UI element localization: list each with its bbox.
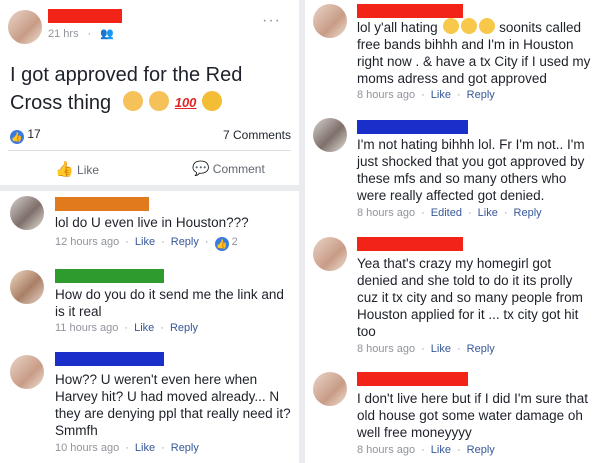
commenter-avatar[interactable] [313, 237, 347, 271]
comment-reply-link[interactable]: Reply [171, 442, 199, 454]
friends-icon: 👥 [100, 28, 115, 40]
commenter-avatar[interactable] [313, 118, 347, 152]
comments-count[interactable]: 7 Comments [223, 128, 291, 142]
like-button-label: Like [77, 163, 100, 177]
author-avatar[interactable] [8, 10, 42, 44]
comment-meta: 8 hours ago · Edited · Like · Reply [357, 207, 542, 219]
redacted-commenter-name [55, 269, 164, 283]
comment-meta: 8 hours ago · Like · Reply [357, 89, 495, 101]
comment-like-link[interactable]: Like [431, 343, 451, 355]
comment-button[interactable]: 💬 Comment [192, 160, 265, 177]
left-panel: 21 hrs · 👥 ··· I got approved for the Re… [0, 0, 299, 463]
comment-text: I'm not hating bihhh lol. Fr I'm not.. I… [357, 137, 585, 203]
comment-text: I don't live here but if I did I'm sure … [357, 391, 589, 440]
comment-like-link[interactable]: Like [431, 89, 451, 101]
comment-time[interactable]: 10 hours ago [55, 442, 119, 454]
laughing-emoji-icon [479, 18, 496, 34]
commenter-avatar[interactable] [10, 355, 44, 389]
comment-time[interactable]: 11 hours ago [55, 322, 118, 334]
emoji-icon [122, 91, 143, 111]
comment-like-count: 2 [231, 236, 238, 248]
right-panel: lol y'all hating soonits called free ban… [305, 0, 600, 463]
comment-reply-link[interactable]: Reply [170, 322, 198, 334]
comment-meta: 10 hours ago · Like · Reply [55, 442, 199, 454]
speech-bubble-icon: 💬 [192, 160, 210, 176]
comment-text: Yea that's crazy my homegirl got denied … [357, 256, 583, 339]
commenter-avatar[interactable] [313, 4, 347, 38]
redacted-commenter-name [357, 4, 463, 18]
redacted-commenter-name [55, 197, 149, 211]
comment-button-label: Comment [212, 162, 265, 176]
post-body: I got approved for the Red Cross thing 1… [10, 62, 285, 117]
comment-time[interactable]: 8 hours ago [357, 444, 415, 456]
comment-like-link[interactable]: Like [135, 236, 155, 248]
comment-text: How do you do it send me the link and is… [55, 287, 284, 319]
comment-meta: 12 hours ago · Like · Reply · 👍 2 [55, 236, 238, 251]
comment-text: lol y'all hating soonits called free ban… [357, 18, 595, 87]
section-divider [0, 185, 299, 191]
redacted-commenter-name [357, 372, 468, 386]
comment-reply-link[interactable]: Reply [171, 236, 199, 248]
comment-like-link[interactable]: Like [135, 442, 155, 454]
like-button[interactable]: 👍 Like [55, 160, 99, 178]
comment-like-link[interactable]: Like [431, 444, 451, 456]
comment-time[interactable]: 12 hours ago [55, 236, 119, 248]
comment-reply-link[interactable]: Reply [467, 89, 495, 101]
laughing-emoji-icon [461, 18, 478, 34]
emoji-icon [148, 91, 169, 111]
comment-time[interactable]: 8 hours ago [357, 207, 415, 219]
comment-edited-link[interactable]: Edited [431, 207, 462, 219]
redacted-commenter-name [55, 352, 164, 366]
comment-reply-link[interactable]: Reply [467, 444, 495, 456]
reaction-count: 17 [27, 127, 41, 141]
hundred-emoji-icon: 100 [174, 95, 197, 110]
comment-like-link[interactable]: Like [134, 322, 154, 334]
commenter-avatar[interactable] [313, 372, 347, 406]
commenter-avatar[interactable] [10, 270, 44, 304]
like-reaction-icon: 👍 [214, 237, 229, 251]
comment-text-part: lol y'all hating [357, 20, 438, 35]
emoji-icon [202, 91, 223, 111]
post-meta: 21 hrs · 👥 [48, 28, 115, 40]
reactions-row[interactable]: 👍 17 [10, 127, 41, 144]
comment-like-link[interactable]: Like [478, 207, 498, 219]
comment-meta: 8 hours ago · Like · Reply [357, 444, 495, 456]
comment-time[interactable]: 8 hours ago [357, 343, 415, 355]
comment-meta: 11 hours ago · Like · Reply [55, 322, 199, 334]
redacted-commenter-name [357, 120, 468, 134]
divider [8, 150, 291, 151]
thumbs-up-icon: 👍 [55, 161, 74, 178]
commenter-avatar[interactable] [10, 196, 44, 230]
more-options-icon[interactable]: ··· [262, 12, 281, 30]
comment-reply-link[interactable]: Reply [467, 343, 495, 355]
redacted-commenter-name [357, 237, 463, 251]
like-reaction-icon: 👍 [10, 130, 24, 144]
redacted-author-name [48, 9, 122, 23]
comment-text: lol do U even live in Houston??? [55, 215, 249, 230]
comment-reply-link[interactable]: Reply [514, 207, 542, 219]
comment-text: How?? U weren't even here when Harvey hi… [55, 372, 291, 438]
comment-meta: 8 hours ago · Like · Reply [357, 343, 495, 355]
comment-time[interactable]: 8 hours ago [357, 89, 415, 101]
post-timestamp[interactable]: 21 hrs [48, 28, 79, 40]
laughing-emoji-icon [443, 18, 460, 34]
